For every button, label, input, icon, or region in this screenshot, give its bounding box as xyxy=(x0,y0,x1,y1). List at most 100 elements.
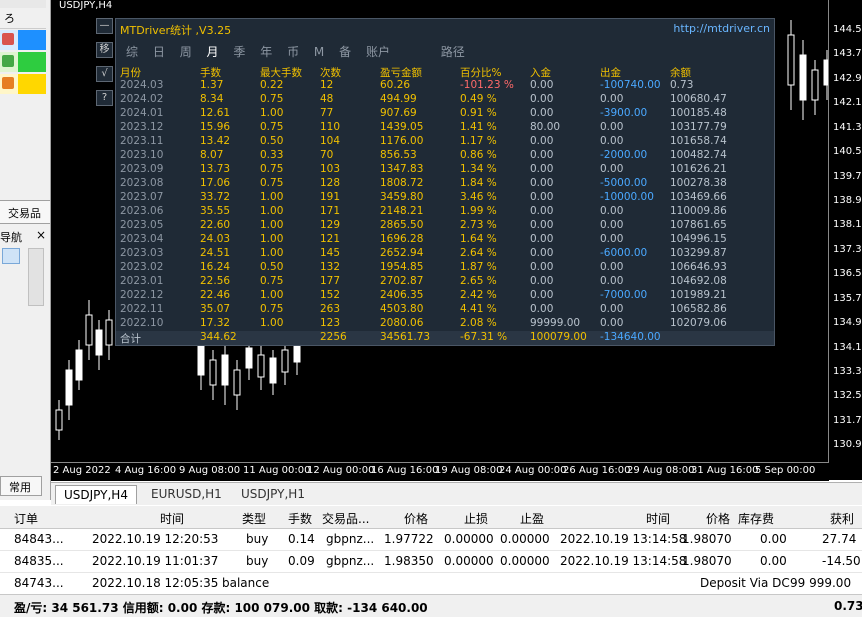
y-tick: 135.7 xyxy=(833,293,862,304)
stats-cell: 0.75 xyxy=(260,303,284,315)
time-axis: 2 Aug 2022 4 Aug 16:00 9 Aug 08:00 11 Au… xyxy=(51,462,829,481)
stats-cell: 2022.11 xyxy=(120,303,164,315)
th-order[interactable]: 订单 xyxy=(14,510,38,527)
scrollbar[interactable] xyxy=(28,248,44,306)
move-button[interactable]: 移 xyxy=(96,42,113,58)
stats-cell: 0.50 xyxy=(260,135,284,147)
th-lots[interactable]: 手数 xyxy=(288,510,312,527)
cell-time: 2022.10.19 11:01:37 xyxy=(92,554,219,568)
tab-year[interactable]: 年 xyxy=(260,43,272,60)
col-maxlots-header: 最大手数 xyxy=(260,67,302,79)
total-percent: -67.31 % xyxy=(460,331,508,343)
stats-cell: 106646.93 xyxy=(670,261,727,273)
stats-cell: 0.00 xyxy=(600,163,624,175)
th-price[interactable]: 价格 xyxy=(404,510,428,527)
market-row-green[interactable] xyxy=(0,52,46,72)
stats-row: 2023.09 13.73 0.75 103 1347.83 1.34 % 0.00 0.00… xyxy=(116,163,774,177)
stats-cell: 2406.35 xyxy=(380,289,424,301)
green-cell xyxy=(18,52,46,72)
stats-cell: 2023.07 xyxy=(120,191,164,203)
stats-cell: 13.42 xyxy=(200,135,231,147)
stats-cell: 0.00 xyxy=(600,219,624,231)
tab-summary[interactable]: 综 xyxy=(126,43,138,60)
common-button[interactable]: 常用 xyxy=(0,476,42,496)
y-tick: 134.1 xyxy=(833,342,862,353)
table-row[interactable]: 84835... 2022.10.19 11:01:37 buy 0.09 gb… xyxy=(0,550,862,573)
tab-magic[interactable]: M xyxy=(314,45,324,59)
tab-path[interactable]: 路径 xyxy=(441,43,465,60)
stats-row: 2024.01 12.61 1.00 77 907.69 0.91 % 0.00 -3900.… xyxy=(116,107,774,121)
table-row[interactable]: 84843... 2022.10.19 12:20:53 buy 0.14 gb… xyxy=(0,528,862,551)
market-row-yellow[interactable] xyxy=(0,74,46,94)
trade-tab[interactable]: 交易品 xyxy=(0,200,50,224)
help-button[interactable]: ? xyxy=(96,90,113,106)
th-close-price[interactable]: 价格 xyxy=(706,510,730,527)
stats-cell: 24.03 xyxy=(200,233,231,245)
stats-cell: 0.00 xyxy=(530,93,554,105)
tab-week[interactable]: 周 xyxy=(180,43,192,60)
stats-cell: 22.60 xyxy=(200,219,231,231)
stats-cell: 3459.80 xyxy=(380,191,424,203)
stats-cell: -10000.00 xyxy=(600,191,654,203)
chart-tab-usdjpy-h4[interactable]: USDJPY,H4 xyxy=(55,485,137,504)
check-button[interactable]: √ xyxy=(96,66,113,82)
stats-cell: 2023.08 xyxy=(120,177,164,189)
th-tp[interactable]: 止盈 xyxy=(520,510,544,527)
folder-icon[interactable] xyxy=(2,248,20,264)
stats-cell: -100740.00 xyxy=(600,79,661,91)
market-row-blue[interactable] xyxy=(0,30,46,50)
tab-account[interactable]: 账户 xyxy=(366,43,390,60)
stats-cell: 1.00 xyxy=(260,247,284,259)
th-time[interactable]: 时间 xyxy=(160,510,184,527)
th-sl[interactable]: 止损 xyxy=(464,510,488,527)
stats-cell: 16.24 xyxy=(200,261,231,273)
chart-tab-usdjpy-h1[interactable]: USDJPY,H1 xyxy=(233,485,313,503)
tab-day[interactable]: 日 xyxy=(153,43,165,60)
stats-cell: 0.91 % xyxy=(460,107,497,119)
th-close-time[interactable]: 时间 xyxy=(646,510,670,527)
stats-cell: 35.07 xyxy=(200,303,231,315)
tab-month[interactable]: 月 xyxy=(207,43,219,60)
arrow-icon xyxy=(2,77,14,89)
cell-order: 84743... xyxy=(14,576,64,590)
stats-cell: -3900.00 xyxy=(600,107,648,119)
stats-cell: 129 xyxy=(320,219,341,231)
th-profit[interactable]: 获利 xyxy=(830,510,854,527)
minimize-button[interactable]: — xyxy=(96,18,113,34)
th-symbol[interactable]: 交易品... xyxy=(322,510,369,527)
stats-cell: 60.26 xyxy=(380,79,411,91)
trade-tab-label: 交易品 xyxy=(8,207,41,220)
tab-currency[interactable]: 币 xyxy=(287,43,299,60)
stats-row: 2023.08 17.06 0.75 128 1808.72 1.84 % 0.00 -500… xyxy=(116,177,774,191)
cell-close-time: 2022.10.19 13:14:58 xyxy=(560,532,687,546)
close-icon[interactable]: × xyxy=(36,228,46,242)
stats-cell: 123 xyxy=(320,317,341,329)
stats-cell: 2024.02 xyxy=(120,93,164,105)
stats-cell: 1808.72 xyxy=(380,177,424,189)
market-watch-row[interactable]: ろ xyxy=(0,8,46,29)
stats-cell: 2023.01 xyxy=(120,275,164,287)
chart-tab-eurusd-h1[interactable]: EURUSD,H1 xyxy=(143,485,230,503)
table-row[interactable]: 84743... 2022.10.18 12:05:35 balance Dep… xyxy=(0,572,862,595)
cell-type: balance xyxy=(222,576,270,590)
overlay-url-link[interactable]: http://mtdriver.cn xyxy=(673,22,770,35)
col-deposit-header: 入金 xyxy=(530,67,551,79)
cell-close-price: 1.98070 xyxy=(682,554,732,568)
stats-cell: 0.00 xyxy=(530,79,554,91)
th-swap[interactable]: 库存费 xyxy=(738,510,774,527)
chart-symbol-label: USDJPY,H4 xyxy=(59,0,113,11)
stats-cell: 1.00 xyxy=(260,107,284,119)
total-lots: 344.62 xyxy=(200,331,237,343)
tab-quarter[interactable]: 季 xyxy=(233,43,245,60)
stats-cell: 0.00 xyxy=(530,163,554,175)
tab-backup[interactable]: 备 xyxy=(339,43,351,60)
total-deposit: 100079.00 xyxy=(530,331,587,343)
stats-cell: 0.00 xyxy=(530,303,554,315)
yellow-cell xyxy=(18,74,46,94)
col-percent-header: 百分比% xyxy=(460,67,502,79)
stats-cell: 191 xyxy=(320,191,341,203)
stats-cell: -101.23 % xyxy=(460,79,514,91)
stats-cell: 2023.11 xyxy=(120,135,164,147)
stats-cell: 2022.10 xyxy=(120,317,164,329)
th-type[interactable]: 类型 xyxy=(242,510,266,527)
